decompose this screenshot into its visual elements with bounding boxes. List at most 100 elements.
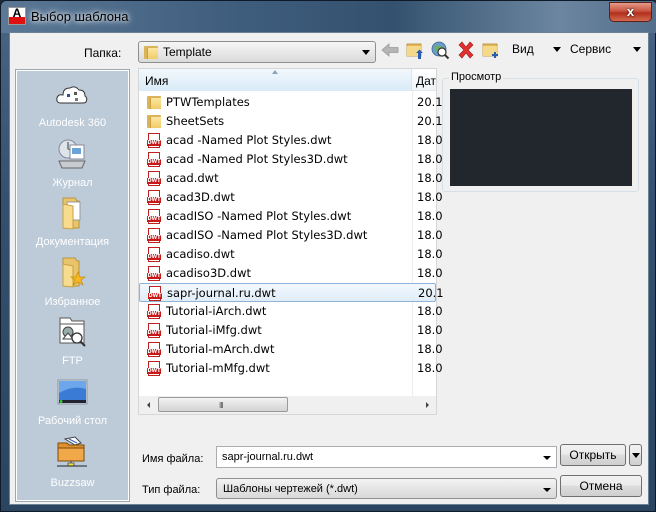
preview-label: Просмотр — [449, 71, 504, 83]
close-button[interactable]: x — [609, 2, 652, 22]
dwt-file-icon: DWT — [147, 342, 161, 357]
file-name: PTWTemplates — [166, 95, 250, 109]
up-folder-icon[interactable] — [405, 40, 425, 60]
place-documents[interactable]: Документация — [17, 196, 128, 254]
file-name: acad.dwt — [166, 171, 219, 185]
file-date: 18.0 — [417, 266, 443, 280]
file-date: 18.0 — [417, 133, 443, 147]
file-name: acad -Named Plot Styles.dwt — [166, 133, 332, 147]
file-date: 18.0 — [417, 190, 443, 204]
search-web-icon[interactable] — [430, 40, 450, 60]
place-label: Журнал — [52, 177, 93, 189]
folder-dropdown[interactable]: Template — [138, 41, 376, 63]
scroll-grip: III — [219, 401, 224, 410]
place-label: Buzzsaw — [50, 477, 95, 489]
favorites-folder-icon — [55, 256, 89, 290]
title-bar[interactable]: A Выбор шаблона x — [1, 1, 656, 33]
view-menu[interactable]: Вид — [512, 42, 534, 56]
chevron-down-icon — [632, 453, 640, 458]
file-row[interactable]: PTWTemplates 20.1 — [139, 93, 443, 112]
place-favorites[interactable]: Избранное — [17, 256, 128, 314]
dwt-file-icon: DWT — [148, 286, 162, 301]
place-label: Рабочий стол — [37, 415, 108, 427]
file-row[interactable]: DWT acadiso.dwt 18.0 — [139, 245, 443, 264]
file-row[interactable]: DWT acad -Named Plot Styles3D.dwt 18.0 — [139, 150, 443, 169]
file-date: 20.1 — [417, 114, 443, 128]
scrollbar-thumb[interactable]: III — [158, 397, 288, 412]
file-row[interactable]: DWT Tutorial-iArch.dwt 18.0 — [139, 302, 443, 321]
open-button[interactable]: Открыть — [560, 444, 626, 466]
ftp-icon — [55, 315, 89, 349]
file-name: acadISO -Named Plot Styles3D.dwt — [166, 228, 368, 242]
scroll-right-icon[interactable] — [426, 402, 429, 408]
desktop-icon — [55, 375, 89, 409]
dwt-file-icon: DWT — [147, 190, 161, 205]
cloud-icon — [55, 79, 89, 113]
column-header-date[interactable]: Дат — [416, 74, 436, 88]
back-arrow-icon[interactable] — [380, 40, 400, 60]
buzzsaw-icon — [55, 435, 89, 469]
filename-combo[interactable] — [216, 446, 557, 468]
scroll-left-icon[interactable] — [147, 402, 150, 408]
file-date: 18.0 — [417, 228, 443, 242]
folder-icon — [147, 95, 161, 110]
file-date: 20.1 — [417, 95, 443, 109]
file-row[interactable]: DWT Tutorial-mMfg.dwt 18.0 — [139, 359, 443, 378]
file-row[interactable]: DWT acadISO -Named Plot Styles3D.dwt 18.0 — [139, 226, 443, 245]
folder-icon — [144, 45, 158, 59]
horizontal-scrollbar[interactable]: III — [139, 396, 436, 414]
file-name: acadiso3D.dwt — [166, 266, 251, 280]
chevron-down-icon — [362, 50, 370, 55]
file-row[interactable]: DWT Tutorial-iMfg.dwt 18.0 — [139, 321, 443, 340]
view-dropdown-arrow-icon[interactable] — [553, 47, 561, 52]
file-name: acadiso.dwt — [166, 247, 235, 261]
folder-label: Папка: — [84, 46, 122, 60]
folder-value: Template — [163, 45, 212, 59]
cancel-button[interactable]: Отмена — [560, 475, 642, 497]
file-name: acadISO -Named Plot Styles.dwt — [166, 209, 352, 223]
column-header-name[interactable]: Имя — [139, 69, 412, 91]
place-label: Избранное — [44, 296, 101, 308]
folder-icon — [147, 114, 161, 129]
file-name: Tutorial-iArch.dwt — [166, 304, 267, 318]
dwt-file-icon: DWT — [147, 361, 161, 376]
chevron-down-icon[interactable] — [543, 456, 551, 460]
place-ftp[interactable]: FTP — [17, 315, 128, 373]
dwt-file-icon: DWT — [147, 209, 161, 224]
delete-icon[interactable] — [456, 40, 476, 60]
place-desktop[interactable]: Рабочий стол — [17, 375, 128, 433]
file-date: 20.1 — [418, 286, 444, 300]
dialog-window: A Выбор шаблона x Папка: Template Вид Се… — [0, 0, 656, 512]
places-bar: Autodesk 360 Журнал Документация Избранн… — [15, 69, 130, 502]
service-dropdown-arrow-icon[interactable] — [633, 47, 641, 52]
place-history[interactable]: Журнал — [17, 137, 128, 195]
history-icon — [55, 137, 89, 171]
file-date: 18.0 — [417, 323, 443, 337]
service-menu[interactable]: Сервис — [570, 42, 611, 56]
file-row[interactable]: DWT Tutorial-mArch.dwt 18.0 — [139, 340, 443, 359]
place-buzzsaw[interactable]: Buzzsaw — [17, 435, 128, 495]
file-name: Tutorial-mArch.dwt — [166, 342, 275, 356]
open-options-button[interactable] — [629, 444, 642, 466]
file-date: 18.0 — [417, 247, 443, 261]
sort-ascending-icon — [272, 70, 278, 74]
new-folder-icon[interactable] — [481, 40, 501, 60]
file-name: acad -Named Plot Styles3D.dwt — [166, 152, 348, 166]
file-name: Tutorial-iMfg.dwt — [166, 323, 262, 337]
dwt-file-icon: DWT — [147, 266, 161, 281]
place-label: Autodesk 360 — [38, 117, 107, 129]
dwt-file-icon: DWT — [147, 228, 161, 243]
dwt-file-icon: DWT — [147, 304, 161, 319]
file-row[interactable]: SheetSets 20.1 — [139, 112, 443, 131]
file-row[interactable]: DWT acad -Named Plot Styles.dwt 18.0 — [139, 131, 443, 150]
filename-input[interactable] — [217, 447, 537, 467]
dwt-file-icon: DWT — [147, 171, 161, 186]
place-autodesk-360[interactable]: Autodesk 360 — [17, 79, 128, 137]
filetype-select[interactable]: Шаблоны чертежей (*.dwt) — [216, 478, 557, 499]
file-list[interactable]: Имя Дат PTWTemplates 20.1 SheetSets 20.1 DWT… — [138, 68, 444, 415]
file-row[interactable]: DWT acad3D.dwt 18.0 — [139, 188, 443, 207]
file-row[interactable]: DWT acadiso3D.dwt 18.0 — [139, 264, 443, 283]
file-row[interactable]: DWT acadISO -Named Plot Styles.dwt 18.0 — [139, 207, 443, 226]
file-row[interactable]: DWT sapr-journal.ru.dwt 20.1 — [139, 283, 444, 302]
file-row[interactable]: DWT acad.dwt 18.0 — [139, 169, 443, 188]
